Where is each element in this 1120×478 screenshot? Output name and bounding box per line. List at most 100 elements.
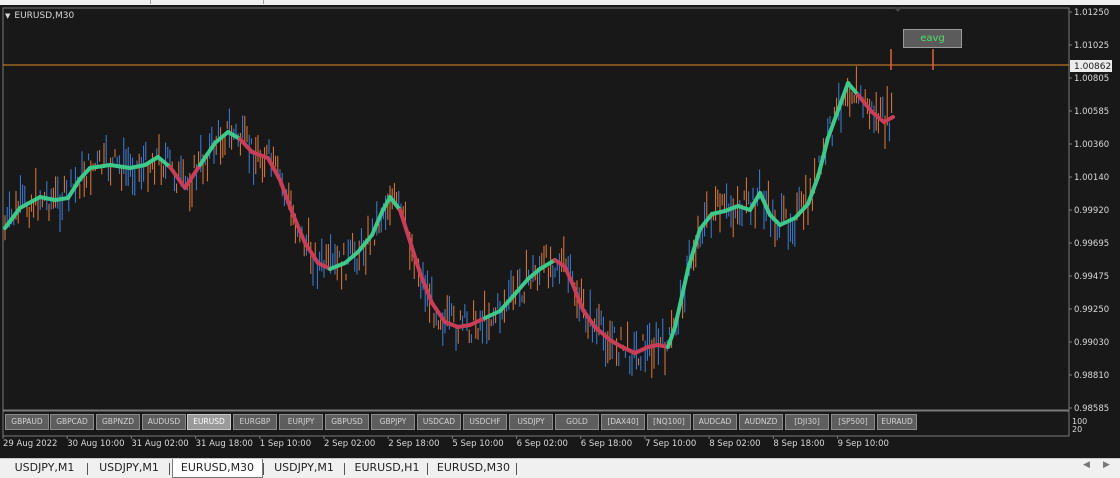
price-bars (4, 66, 893, 379)
ma-segment (328, 261, 347, 271)
time-axis-label: 5 Sep 10:00 (452, 439, 503, 449)
time-axis-label: 7 Sep 10:00 (645, 439, 696, 449)
time-axis-label: 2 Sep 02:00 (324, 439, 375, 449)
chart-title-text: EURUSD,M30 (14, 11, 75, 21)
ma-segment (303, 241, 320, 265)
shift-marker-icon (893, 7, 903, 12)
top-strip-tick (263, 0, 264, 4)
time-axis-label: 29 Aug 2022 (3, 439, 57, 449)
tab-separator (516, 463, 517, 475)
ma-segment (443, 320, 460, 329)
ma-segment (238, 137, 254, 154)
time-axis-label: 8 Sep 18:00 (773, 439, 824, 449)
ma-segment (710, 209, 727, 216)
chart-tab[interactable]: EURUSD,M30 (431, 459, 516, 478)
price-axis-label: 1.00805 (1074, 74, 1109, 84)
eavg-button[interactable]: eavg (903, 29, 962, 48)
time-axis-label: 6 Sep 02:00 (517, 439, 568, 449)
time-axis-label: 9 Sep 10:00 (838, 439, 889, 449)
symbol-button-audnzd[interactable]: AUDNZD (739, 414, 783, 430)
symbol-button-euraud[interactable]: EURAUD (877, 414, 917, 430)
ma-segment (418, 271, 434, 305)
chart-window[interactable]: 1.01250 1.01025 1.00805 1.00585 1.00360 1.001… (0, 5, 1120, 458)
symbol-button-audusd[interactable]: AUDUSD (142, 414, 186, 430)
scroll-right-icon[interactable]: ▶ (1103, 460, 1110, 470)
ma-segment (250, 150, 270, 160)
chart-tab[interactable]: USDJPY,M1 (89, 459, 169, 478)
price-axis-label: 0.99920 (1074, 206, 1109, 216)
symbol-button-audcad[interactable]: AUDCAD (693, 414, 737, 430)
ma-segment (526, 267, 542, 281)
symbol-button-eurgbp[interactable]: EURGBP (233, 414, 277, 430)
ma-segment (108, 163, 132, 170)
chart-canvas[interactable]: 1.01250 1.01025 1.00805 1.00585 1.00360 1.001… (0, 5, 1120, 458)
symbol-button-eurusd[interactable]: EURUSD (187, 414, 231, 430)
ma-segment (581, 308, 597, 329)
tab-separator (344, 463, 345, 475)
dropdown-arrow-icon[interactable]: ▼ (5, 12, 10, 20)
time-axis-label: 31 Aug 02:00 (131, 439, 188, 449)
price-axis-label: 0.99695 (1074, 239, 1109, 249)
ma-segment (698, 212, 714, 231)
price-axis-label: 1.00140 (1074, 173, 1109, 183)
symbol-button-gbpcad[interactable]: GBPCAD (50, 414, 94, 430)
price-axis-label: 0.99030 (1074, 338, 1109, 348)
symbol-button-dji30[interactable]: [DJI30] (785, 414, 829, 430)
ma-segment (513, 277, 530, 296)
time-axis-label: 2 Sep 18:00 (388, 439, 439, 449)
ma-segment (483, 309, 502, 320)
symbol-button-nq100[interactable]: [NQ100] (647, 414, 691, 430)
tab-separator (87, 463, 88, 475)
symbol-button-usdchf[interactable]: USDCHF (463, 414, 507, 430)
indicator-axis-min: 20 (1072, 425, 1082, 434)
chart-title[interactable]: ▼ EURUSD,M30 (5, 11, 74, 21)
ma-segment (66, 177, 82, 200)
chart-tab-bar: USDJPY,M1 USDJPY,M1 EURUSD,M30 USDJPY,M1 EUR… (0, 458, 1120, 478)
symbol-button-usdcad[interactable]: USDCAD (417, 414, 461, 430)
ma-segment (673, 267, 690, 329)
tab-separator (169, 463, 170, 475)
time-axis-labels: 29 Aug 2022 30 Aug 10:00 31 Aug 02:00 31 Au… (2, 436, 889, 449)
chart-tab[interactable]: EURUSD,M30 (172, 459, 263, 478)
ma-segment (290, 210, 307, 245)
top-strip-tick (150, 0, 151, 4)
price-axis-label: 1.00585 (1074, 107, 1109, 117)
current-price-value: 1.00862 (1074, 62, 1111, 72)
symbol-button-gbpjpy[interactable]: GBPJPY (371, 414, 415, 430)
tab-separator (427, 463, 428, 475)
price-axis-label: 1.00360 (1074, 140, 1109, 150)
main-plot-frame (2, 7, 1070, 411)
time-axis-label: 30 Aug 10:00 (67, 439, 124, 449)
time-axis-label: 8 Sep 02:00 (709, 439, 760, 449)
symbol-button-gold[interactable]: GOLD (555, 414, 599, 430)
ma-segment (838, 81, 850, 107)
time-axis-label: 6 Sep 18:00 (581, 439, 632, 449)
ma-segment (633, 345, 650, 355)
chart-tab[interactable]: USDJPY,M1 (264, 459, 344, 478)
symbol-button-gbpusd[interactable]: GBPUSD (325, 414, 369, 430)
ma-segment (563, 265, 575, 287)
price-axis-label: 0.99250 (1074, 305, 1109, 315)
price-axis-label: 0.98810 (1074, 371, 1109, 381)
symbol-button-eurjpy[interactable]: EURJPY (279, 414, 323, 430)
ma-segment (398, 208, 410, 237)
time-axis-label: 31 Aug 18:00 (196, 439, 253, 449)
chart-tab[interactable]: USDJPY,M1 (2, 459, 87, 478)
symbol-button-gbpnzd[interactable]: GBPNZD (96, 414, 140, 430)
ma-segment (806, 175, 820, 206)
symbol-button-sp500[interactable]: [SP500] (831, 414, 875, 430)
symbol-button-usdjpy[interactable]: USDJPY (509, 414, 553, 430)
ma-segment (213, 130, 230, 145)
scroll-left-icon[interactable]: ◀ (1083, 460, 1090, 470)
price-axis-label: 0.99475 (1074, 272, 1109, 282)
ma-segment (620, 345, 637, 355)
symbol-button-gbpaud[interactable]: GBPAUD (5, 414, 49, 430)
symbol-button-dax40[interactable]: [DAX40] (601, 414, 645, 430)
ma-segment (343, 250, 360, 265)
price-axis-label: 1.01025 (1074, 41, 1109, 51)
ma-segment (143, 155, 160, 167)
price-axis-label: 0.98585 (1074, 404, 1109, 414)
price-axis-label: 1.01250 (1074, 8, 1109, 18)
time-axis-label: 1 Sep 10:00 (260, 439, 311, 449)
chart-tab[interactable]: EURUSD,H1 (347, 459, 427, 478)
